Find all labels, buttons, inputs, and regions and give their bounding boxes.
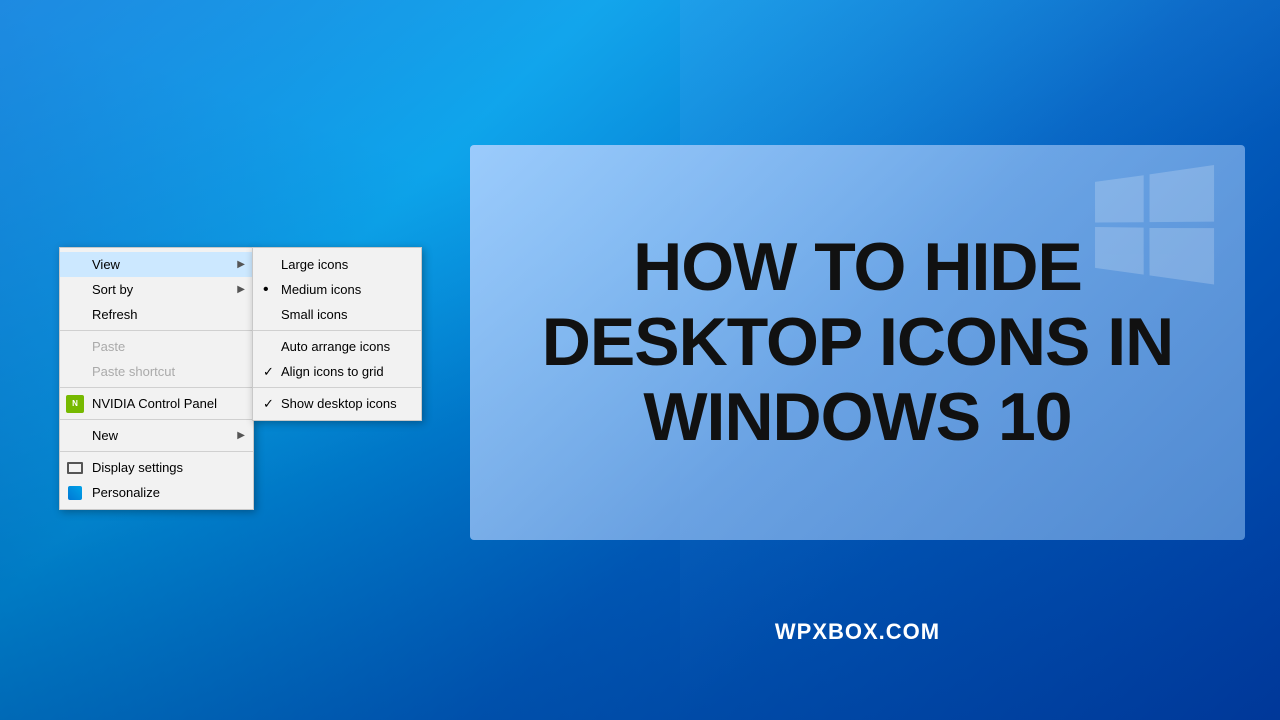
- menu-item-sort-by[interactable]: Sort by ▶: [60, 277, 253, 302]
- submenu-arrow-new: ▶: [237, 430, 245, 441]
- menu-item-new-label: New: [92, 428, 118, 443]
- thumbnail-title-line3: WINDOWS 10: [643, 379, 1071, 455]
- personalize-icon: [66, 484, 84, 502]
- menu-item-refresh-label: Refresh: [92, 307, 138, 322]
- menu-item-paste: Paste: [60, 334, 253, 359]
- separator-3: [60, 419, 253, 420]
- menu-item-personalize-label: Personalize: [92, 485, 160, 500]
- separator-1: [60, 330, 253, 331]
- thumbnail-title-line2: DESKTOP ICONS IN: [542, 304, 1173, 380]
- menu-item-display-settings[interactable]: Display settings: [60, 455, 253, 480]
- menu-item-new[interactable]: New ▶: [60, 423, 253, 448]
- menu-item-sort-by-label: Sort by: [92, 282, 133, 297]
- submenu-item-align-to-grid-label: Align icons to grid: [281, 364, 384, 379]
- submenu-item-auto-arrange-label: Auto arrange icons: [281, 339, 390, 354]
- context-menu-container: View ▶ Sort by ▶ Refresh Paste Paste sho…: [59, 247, 254, 510]
- submenu-item-large-icons-label: Large icons: [281, 257, 348, 272]
- thumbnail-title-line1: HOW TO HIDE: [633, 229, 1082, 305]
- menu-item-view[interactable]: View ▶: [60, 252, 253, 277]
- submenu-item-medium-icons[interactable]: • Medium icons: [253, 277, 421, 302]
- submenu-item-small-icons-label: Small icons: [281, 307, 347, 322]
- submenu-arrow-view: ▶: [237, 259, 245, 270]
- view-submenu-separator-2: [253, 387, 421, 388]
- display-settings-icon: [66, 459, 84, 477]
- menu-item-nvidia-label: NVIDIA Control Panel: [92, 396, 217, 411]
- menu-item-refresh[interactable]: Refresh: [60, 302, 253, 327]
- submenu-item-small-icons[interactable]: Small icons: [253, 302, 421, 327]
- submenu-item-large-icons[interactable]: Large icons: [253, 252, 421, 277]
- submenu-item-medium-icons-label: Medium icons: [281, 282, 361, 297]
- menu-item-paste-shortcut: Paste shortcut: [60, 359, 253, 384]
- menu-item-nvidia[interactable]: N NVIDIA Control Panel: [60, 391, 253, 416]
- separator-4: [60, 451, 253, 452]
- windows-logo-svg: [1095, 165, 1215, 285]
- menu-item-display-settings-label: Display settings: [92, 460, 183, 475]
- windows-logo-watermark: [1095, 165, 1215, 290]
- submenu-item-auto-arrange[interactable]: Auto arrange icons: [253, 334, 421, 359]
- menu-item-paste-shortcut-label: Paste shortcut: [92, 364, 175, 379]
- show-desktop-check: ✓: [263, 396, 274, 412]
- submenu-arrow-sort: ▶: [237, 284, 245, 295]
- view-submenu-separator-1: [253, 330, 421, 331]
- submenu-item-align-to-grid[interactable]: ✓ Align icons to grid: [253, 359, 421, 384]
- thumbnail-card: HOW TO HIDE DESKTOP ICONS IN WINDOWS 10: [470, 145, 1245, 540]
- align-to-grid-check: ✓: [263, 364, 274, 380]
- submenu-item-show-desktop-icons-label: Show desktop icons: [281, 396, 397, 411]
- submenu-item-show-desktop-icons[interactable]: ✓ Show desktop icons: [253, 391, 421, 416]
- website-url-text: WPXBOX.COM: [775, 619, 940, 644]
- context-menu: View ▶ Sort by ▶ Refresh Paste Paste sho…: [59, 247, 254, 510]
- nvidia-icon: N: [66, 395, 84, 413]
- menu-item-personalize[interactable]: Personalize: [60, 480, 253, 505]
- medium-icons-bullet: •: [263, 281, 269, 299]
- view-submenu: Large icons • Medium icons Small icons A…: [252, 247, 422, 421]
- menu-item-paste-label: Paste: [92, 339, 125, 354]
- website-url: WPXBOX.COM: [470, 619, 1245, 645]
- menu-item-view-label: View: [92, 257, 120, 272]
- separator-2: [60, 387, 253, 388]
